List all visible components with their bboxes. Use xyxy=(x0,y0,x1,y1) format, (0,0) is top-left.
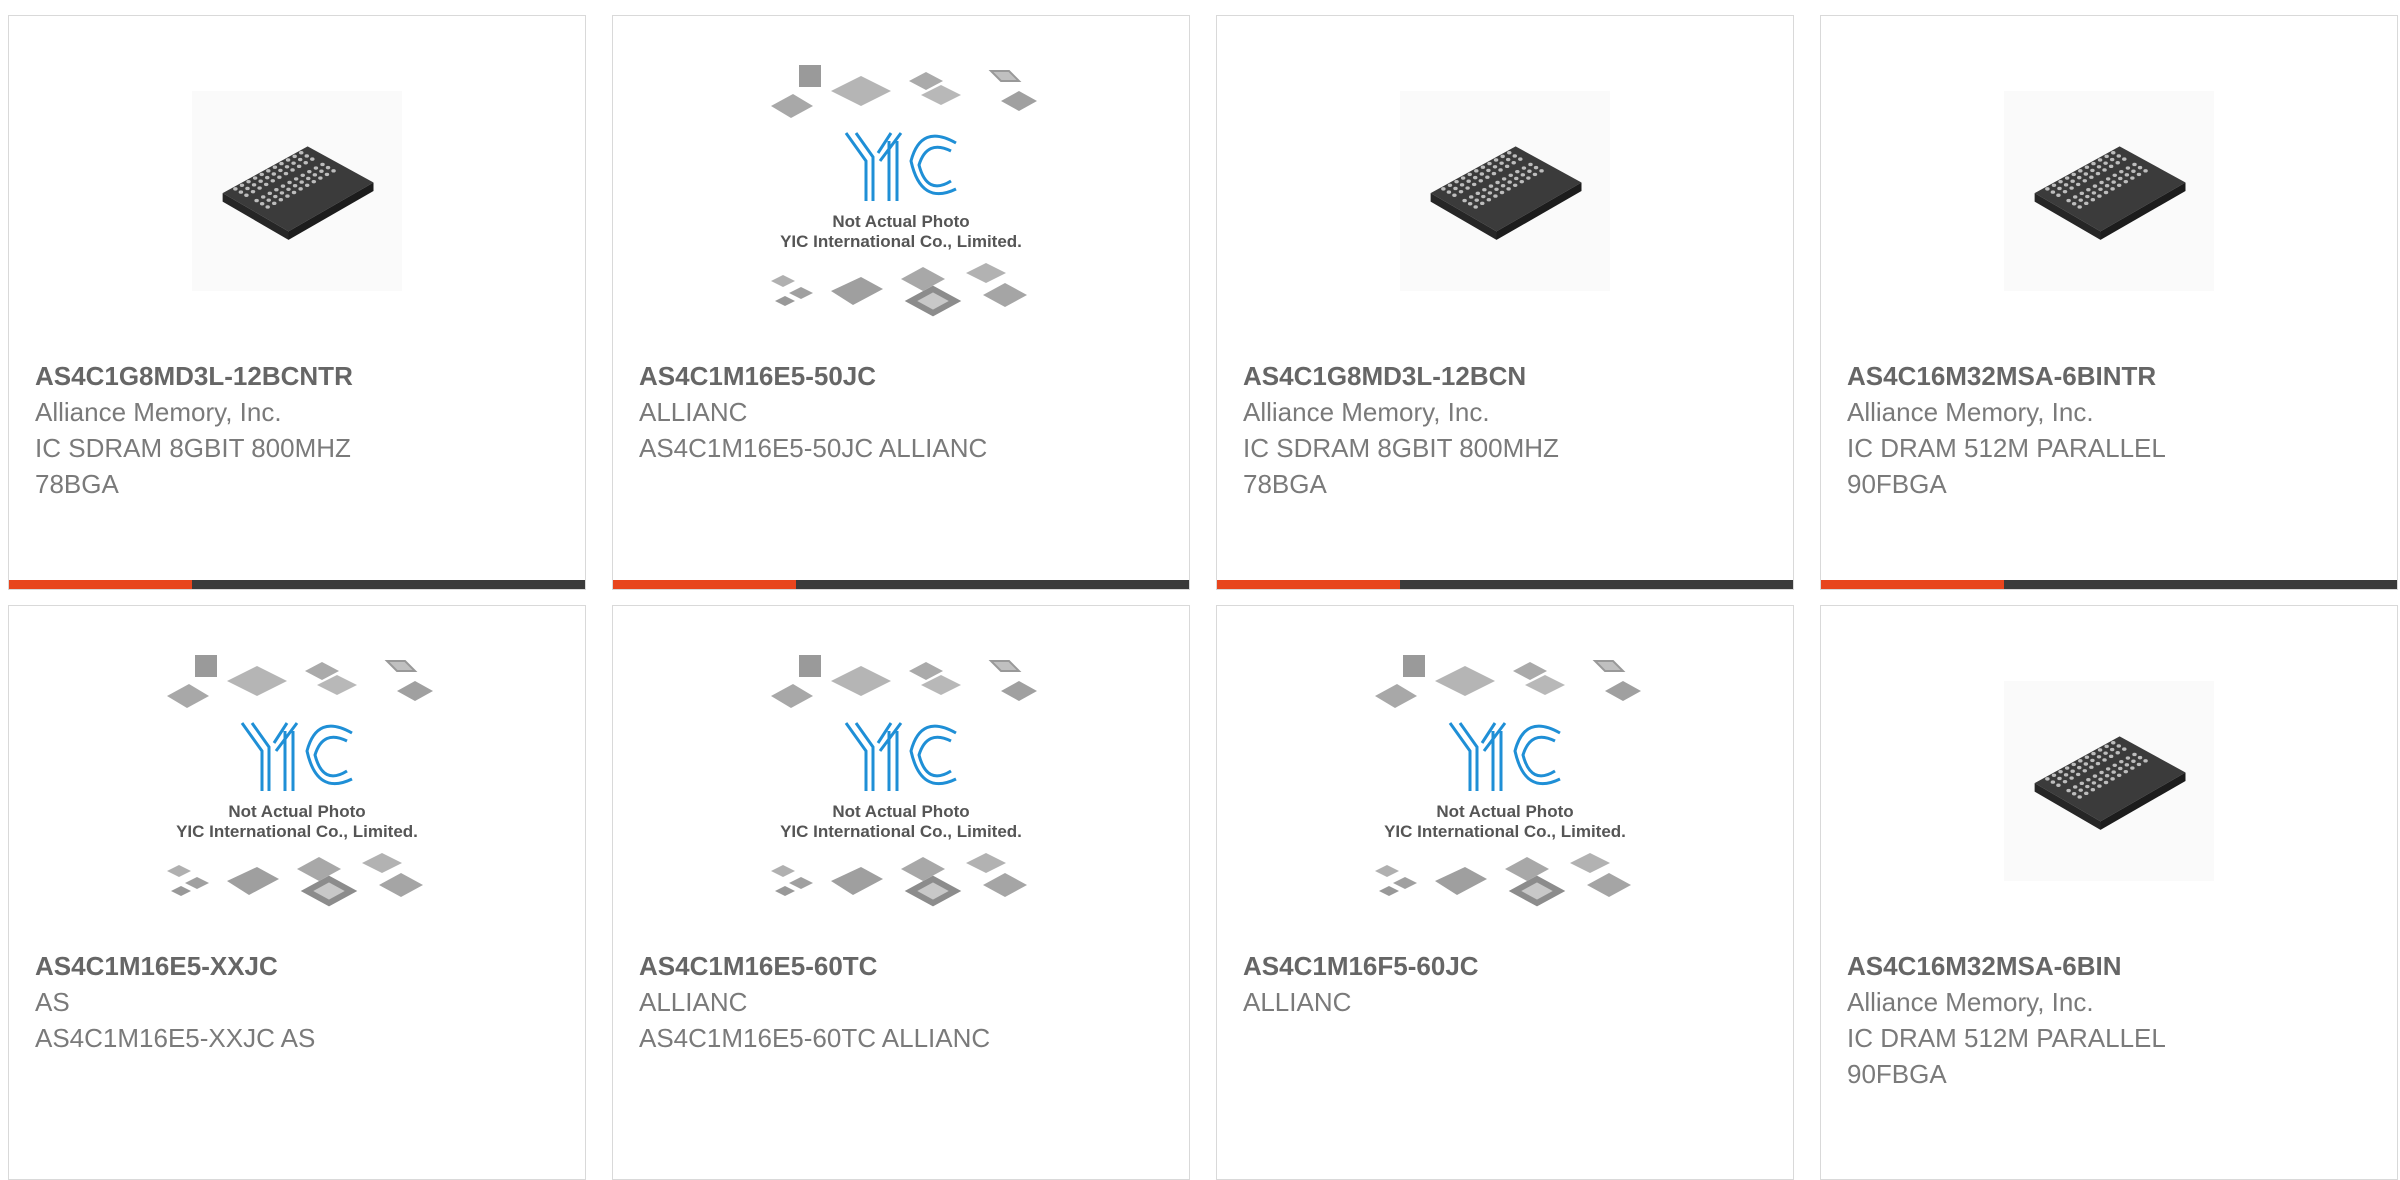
card-accent-bar xyxy=(1821,580,2004,589)
part-number[interactable]: AS4C1M16E5-50JC xyxy=(639,358,1169,394)
card-accent-bar xyxy=(9,580,192,589)
product-image[interactable] xyxy=(9,71,585,311)
product-description: IC SDRAM 8GBIT 800MHZ 78BGA xyxy=(1243,433,1559,499)
product-description: AS4C1M16E5-50JC ALLIANC xyxy=(639,433,988,463)
product-image[interactable] xyxy=(613,661,1189,901)
chip-icon xyxy=(212,127,382,255)
product-description: IC DRAM 512M PARALLEL 90FBGA xyxy=(1847,433,2165,499)
product-info: AS4C1G8MD3L-12BCN Alliance Memory, Inc. … xyxy=(1243,358,1773,502)
product-image[interactable] xyxy=(1821,71,2397,311)
product-description: IC DRAM 512M PARALLEL 90FBGA xyxy=(1847,1023,2165,1089)
product-card[interactable]: AS4C1M16F5-60JC ALLIANC xyxy=(1216,605,1794,1180)
product-card[interactable]: AS4C16M32MSA-6BINTR Alliance Memory, Inc… xyxy=(1820,15,2398,590)
part-number[interactable]: AS4C1G8MD3L-12BCN xyxy=(1243,358,1773,394)
product-info: AS4C1M16E5-XXJC AS AS4C1M16E5-XXJC AS xyxy=(35,948,565,1056)
product-description: AS4C1M16E5-XXJC AS xyxy=(35,1023,316,1053)
bga-chip-image xyxy=(1400,91,1610,291)
card-bottom-bar xyxy=(1217,580,1793,589)
manufacturer-name: Alliance Memory, Inc. xyxy=(1847,397,2094,427)
product-image[interactable] xyxy=(1821,661,2397,901)
product-info: AS4C16M32MSA-6BIN Alliance Memory, Inc. … xyxy=(1847,948,2377,1092)
part-number[interactable]: AS4C1G8MD3L-12BCNTR xyxy=(35,358,565,394)
product-card[interactable]: AS4C1M16E5-50JC ALLIANC AS4C1M16E5-50JC … xyxy=(612,15,1190,590)
product-info: AS4C1M16E5-50JC ALLIANC AS4C1M16E5-50JC … xyxy=(639,358,1169,466)
bga-chip-image xyxy=(2004,681,2214,881)
part-number[interactable]: AS4C16M32MSA-6BINTR xyxy=(1847,358,2377,394)
product-card[interactable]: AS4C16M32MSA-6BIN Alliance Memory, Inc. … xyxy=(1820,605,2398,1180)
chip-icon xyxy=(1420,127,1590,255)
manufacturer-name: Alliance Memory, Inc. xyxy=(1243,397,1490,427)
manufacturer-name: ALLIANC xyxy=(639,987,748,1017)
bga-chip-image xyxy=(192,91,402,291)
not-actual-photo-placeholder xyxy=(761,651,1041,911)
product-image[interactable] xyxy=(1217,661,1793,901)
not-actual-photo-placeholder xyxy=(1365,651,1645,911)
manufacturer-name: ALLIANC xyxy=(639,397,748,427)
product-card[interactable]: AS4C1G8MD3L-12BCN Alliance Memory, Inc. … xyxy=(1216,15,1794,590)
card-accent-bar xyxy=(613,580,796,589)
product-image[interactable] xyxy=(1217,71,1793,311)
card-bottom-bar xyxy=(1821,580,2397,589)
product-info: AS4C1M16F5-60JC ALLIANC xyxy=(1243,948,1773,1020)
bga-chip-image xyxy=(2004,91,2214,291)
product-image[interactable] xyxy=(9,661,585,901)
product-info: AS4C1M16E5-60TC ALLIANC AS4C1M16E5-60TC … xyxy=(639,948,1169,1056)
product-grid: AS4C1G8MD3L-12BCNTR Alliance Memory, Inc… xyxy=(8,15,2398,1180)
not-actual-photo-placeholder xyxy=(157,651,437,911)
product-card[interactable]: AS4C1M16E5-XXJC AS AS4C1M16E5-XXJC AS xyxy=(8,605,586,1180)
product-info: AS4C1G8MD3L-12BCNTR Alliance Memory, Inc… xyxy=(35,358,565,502)
card-accent-bar xyxy=(1217,580,1400,589)
part-number[interactable]: AS4C16M32MSA-6BIN xyxy=(1847,948,2377,984)
chip-icon xyxy=(2024,717,2194,845)
part-number[interactable]: AS4C1M16E5-60TC xyxy=(639,948,1169,984)
product-card[interactable]: AS4C1M16E5-60TC ALLIANC AS4C1M16E5-60TC … xyxy=(612,605,1190,1180)
manufacturer-name: AS xyxy=(35,987,70,1017)
product-image[interactable] xyxy=(613,71,1189,311)
not-actual-photo-placeholder xyxy=(761,61,1041,321)
manufacturer-name: Alliance Memory, Inc. xyxy=(35,397,282,427)
part-number[interactable]: AS4C1M16F5-60JC xyxy=(1243,948,1773,984)
product-info: AS4C16M32MSA-6BINTR Alliance Memory, Inc… xyxy=(1847,358,2377,502)
card-bottom-bar xyxy=(9,580,585,589)
manufacturer-name: ALLIANC xyxy=(1243,987,1352,1017)
card-bottom-bar xyxy=(613,580,1189,589)
product-description: IC SDRAM 8GBIT 800MHZ 78BGA xyxy=(35,433,351,499)
part-number[interactable]: AS4C1M16E5-XXJC xyxy=(35,948,565,984)
manufacturer-name: Alliance Memory, Inc. xyxy=(1847,987,2094,1017)
chip-icon xyxy=(2024,127,2194,255)
product-description: AS4C1M16E5-60TC ALLIANC xyxy=(639,1023,991,1053)
product-card[interactable]: AS4C1G8MD3L-12BCNTR Alliance Memory, Inc… xyxy=(8,15,586,590)
